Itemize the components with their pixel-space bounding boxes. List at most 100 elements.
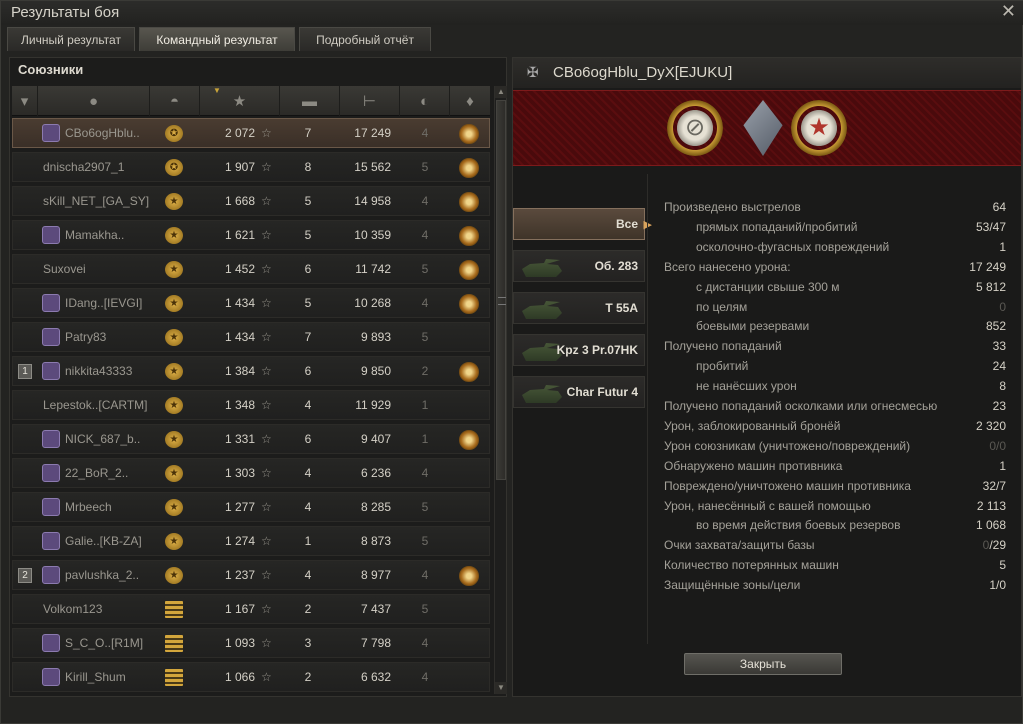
stat-value: 1: [999, 239, 1006, 254]
rank-star-icon: ★: [165, 465, 183, 482]
table-row[interactable]: Kirill_Shum 1 066 ☆ 2 6 632 4: [12, 662, 490, 692]
stat-value: 5: [999, 558, 1006, 573]
table-row[interactable]: Galie..[KB-ZA] ★ 1 274 ☆ 1 8 873 5: [12, 526, 490, 556]
assist-value: 4: [421, 568, 429, 582]
clan-badge-icon: [42, 498, 60, 516]
medal-icon[interactable]: [459, 566, 479, 586]
kills-value: 5: [304, 194, 312, 208]
close-button[interactable]: Закрыть: [684, 653, 842, 675]
damage-value: 8 977: [360, 568, 391, 582]
wreath-star-icon[interactable]: ★: [791, 100, 847, 156]
vehicle-tab[interactable]: Все▶: [513, 208, 652, 240]
table-row[interactable]: Suxovei ★ 1 452 ☆ 6 11 742 5: [12, 254, 490, 284]
xp-value: 2 072: [224, 126, 255, 140]
tab-detailed-report[interactable]: Подробный отчёт: [299, 27, 431, 51]
damage-value: 9 407: [360, 432, 391, 446]
kills-value: 6: [304, 432, 312, 446]
medal-icon[interactable]: [459, 192, 479, 212]
table-row[interactable]: IDang..[IEVGI] ★ 1 434 ☆ 5 10 268 4: [12, 288, 490, 318]
rhomb-badge-icon[interactable]: [743, 100, 783, 156]
clan-badge-icon: [42, 226, 60, 244]
xp-value: 1 066: [224, 670, 255, 684]
player-name: Lepestok..[CARTM]: [43, 398, 148, 412]
medal-icon[interactable]: [459, 294, 479, 314]
vehicle-label: Kpz 3 Pr.07HK: [556, 343, 638, 357]
table-row[interactable]: Lepestok..[CARTM] ★ 1 348 ☆ 4 11 929 1: [12, 390, 490, 420]
rank-wreath-icon: ✪: [165, 125, 183, 142]
star-icon: ☆: [261, 636, 272, 650]
vehicle-tab[interactable]: Kpz 3 Pr.07HK: [513, 334, 645, 366]
kills-value: 7: [304, 126, 312, 140]
table-row[interactable]: 2 pavlushka_2.. ★ 1 237 ☆ 4 8 977 4: [12, 560, 490, 590]
medal-icon[interactable]: [459, 260, 479, 280]
close-icon[interactable]: ✕: [1001, 1, 1016, 22]
rank-bars-icon: [165, 601, 183, 618]
medal-icon[interactable]: [459, 430, 479, 450]
xp-value: 1 434: [224, 296, 255, 310]
table-row[interactable]: 22_BoR_2.. ★ 1 303 ☆ 4 6 236 4: [12, 458, 490, 488]
table-row[interactable]: dnischa2907_1 ✪ 1 907 ☆ 8 15 562 5: [12, 152, 490, 182]
xp-star-icon[interactable]: ★: [200, 86, 280, 116]
rank-star-icon: ★: [165, 193, 183, 210]
wreath-gun-icon[interactable]: ⊘: [667, 100, 723, 156]
kills-tank-icon[interactable]: ▬: [280, 86, 340, 116]
vehicle-tab[interactable]: Об. 283: [513, 250, 645, 282]
stat-value: 17 249: [969, 259, 1006, 274]
table-row[interactable]: sKill_NET_[GA_SY] ★ 1 668 ☆ 5 14 958 4: [12, 186, 490, 216]
damage-gun-icon[interactable]: ⊢: [340, 86, 400, 116]
rank-wreath-icon: ✪: [165, 159, 183, 176]
damage-value: 7 437: [360, 602, 391, 616]
stat-label: Количество потерянных машин: [664, 558, 839, 573]
star-icon: ☆: [261, 398, 272, 412]
vehicle-tab[interactable]: T 55A: [513, 292, 645, 324]
scroll-thumb[interactable]: [496, 100, 506, 480]
stat-label: Очки захвата/защиты базы: [664, 538, 815, 553]
player-name: CBo6ogHblu_DyX[EJUKU]: [553, 64, 733, 81]
stat-row: Урон союзникам (уничтожено/повреждений) 0…: [664, 439, 1006, 457]
medal-icon[interactable]: [459, 158, 479, 178]
stat-row: Количество потерянных машин 5: [664, 558, 1006, 576]
tank-icon: [522, 385, 562, 403]
squad-icon[interactable]: ▾: [12, 86, 38, 116]
table-row[interactable]: Mrbeech ★ 1 277 ☆ 4 8 285 5: [12, 492, 490, 522]
tab-team-result[interactable]: Командный результат: [139, 27, 295, 51]
stat-row: Урон, заблокированный бронёй 2 320: [664, 419, 1006, 437]
table-row[interactable]: Volkom123 1 167 ☆ 2 7 437 5: [12, 594, 490, 624]
scroll-down-icon[interactable]: ▼: [495, 682, 507, 694]
clan-badge-icon: [42, 634, 60, 652]
vehicle-tab[interactable]: Char Futur 4: [513, 376, 645, 408]
tab-personal-result[interactable]: Личный результат: [7, 27, 135, 51]
kills-value: 5: [304, 296, 312, 310]
clan-badge-icon: [42, 668, 60, 686]
table-row[interactable]: Mamakha.. ★ 1 621 ☆ 5 10 359 4: [12, 220, 490, 250]
rank-star-icon: ★: [165, 261, 183, 278]
star-icon: ☆: [261, 194, 272, 208]
star-icon: ☆: [261, 534, 272, 548]
tank-hat-icon[interactable]: ◓: [150, 86, 200, 116]
medal-icon[interactable]: ♦: [450, 86, 490, 116]
medal-icon[interactable]: [459, 362, 479, 382]
star-icon: ☆: [261, 262, 272, 276]
title-bar: Результаты боя ✕: [1, 1, 1023, 25]
table-row[interactable]: S_C_O..[R1M] 1 093 ☆ 3 7 798 4: [12, 628, 490, 658]
stat-value: 53/47: [975, 219, 1006, 234]
player-name: dnischa2907_1: [43, 160, 125, 174]
table-row[interactable]: NICK_687_b.. ★ 1 331 ☆ 6 9 407 1: [12, 424, 490, 454]
xp-value: 1 434: [224, 330, 255, 344]
damage-value: 8 873: [360, 534, 391, 548]
stat-label: осколочно-фугасных повреждений: [696, 239, 890, 254]
tank-icon: [522, 301, 562, 319]
medal-icon[interactable]: [459, 226, 479, 246]
scroll-up-icon[interactable]: ▲: [495, 86, 507, 98]
stat-row: Урон, нанесённый с вашей помощью 2 113: [664, 499, 1006, 517]
stat-value: 8: [999, 379, 1006, 394]
table-row[interactable]: Patry83 ★ 1 434 ☆ 7 9 893 5: [12, 322, 490, 352]
assist-icon[interactable]: ◐: [400, 86, 450, 116]
allies-scrollbar[interactable]: ▲ ▼: [494, 86, 507, 694]
table-row[interactable]: CBo6ogHblu.. ✪ 2 072 ☆ 7 17 249 4: [12, 118, 490, 148]
player-icon[interactable]: ●: [38, 86, 150, 116]
table-row[interactable]: 1 nikkita43333 ★ 1 384 ☆ 6 9 850 2: [12, 356, 490, 386]
medal-icon[interactable]: [459, 124, 479, 144]
stat-label: Защищённые зоны/цели: [664, 578, 801, 593]
window-title: Результаты боя: [11, 4, 120, 21]
